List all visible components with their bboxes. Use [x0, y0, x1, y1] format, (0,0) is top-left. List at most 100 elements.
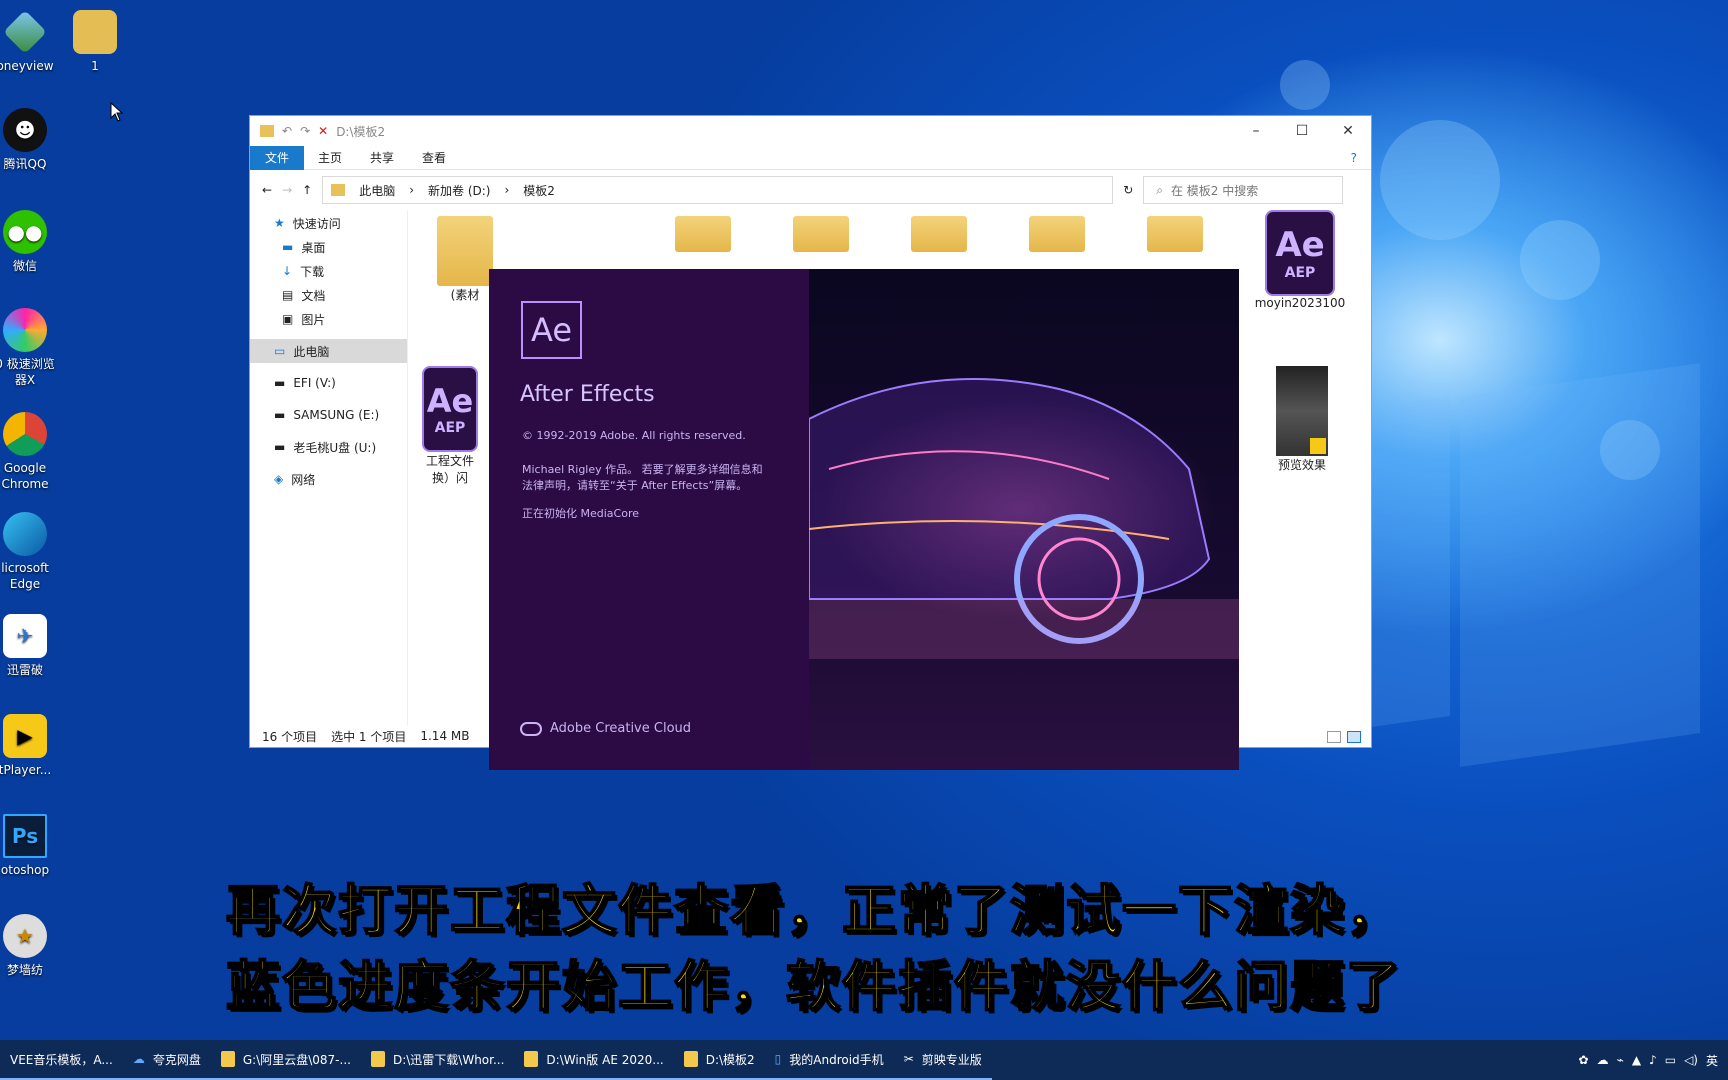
taskbar-item[interactable]: ▯ 我的Android手机	[764, 1040, 894, 1080]
help-icon[interactable]: ?	[1337, 146, 1371, 170]
video-file-item[interactable]: 预览效果	[1257, 366, 1347, 473]
folder-item[interactable]	[776, 216, 866, 252]
folder-icon	[370, 1051, 385, 1067]
nav-downloads[interactable]: ↓ 下载	[250, 259, 407, 283]
after-effects-splash: Ae After Effects © 1992-2019 Adobe. All …	[489, 269, 1239, 770]
chrome-icon	[3, 412, 47, 456]
redo-icon[interactable]: ↷	[300, 124, 310, 138]
after-effects-file-icon: Ae AEP	[422, 366, 478, 452]
taskbar-item[interactable]: ✂ 剪映专业版	[893, 1040, 992, 1080]
search-input[interactable]: ⌕ 在 模板2 中搜索	[1143, 176, 1344, 204]
subtitle-line-1: 再次打开工程文件查看，正常了测试一下渲染，	[225, 878, 1402, 943]
large-icons-view-icon[interactable]	[1347, 731, 1361, 743]
folder-item[interactable]	[1012, 216, 1102, 252]
browser-swirl-icon	[3, 308, 47, 352]
folder-icon	[1029, 216, 1085, 252]
ime-indicator[interactable]: 英	[1706, 1052, 1718, 1069]
windows-logo-pane	[1460, 363, 1700, 767]
tab-file[interactable]: 文件	[250, 145, 305, 170]
up-arrow-icon[interactable]: ↑	[302, 183, 312, 197]
document-icon: ▤	[282, 288, 294, 302]
taskbar-item[interactable]: D:\模板2	[673, 1040, 765, 1080]
breadcrumb-this-pc[interactable]: 此电脑	[359, 182, 395, 199]
desktop-icon-honeyview[interactable]: oneyview	[0, 10, 60, 74]
breadcrumb-drive-d[interactable]: 新加卷 (D:)	[428, 182, 490, 199]
aep-file-item[interactable]: Ae AEP moyin2023100	[1250, 210, 1350, 310]
nav-drive-u[interactable]: ▬ 老毛桃U盘 (U:)	[250, 435, 407, 459]
capcut-icon: ✂	[903, 1052, 914, 1066]
tray-flower-icon[interactable]: ✿	[1579, 1053, 1589, 1067]
nav-quick-access[interactable]: ★ 快速访问	[250, 211, 407, 235]
tray-gpu-icon[interactable]: ▲	[1632, 1053, 1641, 1067]
aep-file-item[interactable]: Ae AEP 工程文件 换）闪	[400, 366, 500, 486]
splash-info-panel: Ae After Effects © 1992-2019 Adobe. All …	[489, 269, 809, 770]
close-button[interactable]: ✕	[1325, 116, 1371, 146]
tab-share[interactable]: 共享	[356, 146, 408, 170]
splash-artwork	[809, 269, 1239, 770]
neon-car-artwork	[809, 378, 1239, 659]
folder-icon	[683, 1051, 698, 1067]
nav-this-pc[interactable]: ▭ 此电脑	[250, 339, 407, 363]
forward-arrow-icon[interactable]: →	[282, 183, 292, 197]
nav-pictures[interactable]: ▣ 图片	[250, 307, 407, 331]
desktop-icon-potplayer[interactable]: ▶ tPlayer...	[0, 714, 60, 778]
desktop-icon-edge[interactable]: licrosoft Edge	[0, 512, 60, 592]
splash-credit-2: 法律声明，请转至“关于 After Effects”屏幕。	[522, 479, 748, 492]
desktop-icon-qq[interactable]: ☻ 腾讯QQ	[0, 108, 60, 172]
maximize-button[interactable]: ☐	[1279, 116, 1325, 146]
refresh-icon[interactable]: ↻	[1123, 183, 1133, 197]
navigation-pane: ★ 快速访问 ▬ 桌面 ↓ 下载 ▤ 文档 ▣ 图片 ▭ 此电脑 ▬ EFI (V:) ▬ SA…	[250, 211, 408, 725]
nav-drive-v[interactable]: ▬ EFI (V:)	[250, 371, 407, 395]
folder-icon	[675, 216, 731, 252]
details-view-icon[interactable]	[1327, 731, 1341, 743]
taskbar-item[interactable]: ☁ 夸克网盘	[122, 1040, 211, 1080]
taskbar-item[interactable]: D:\Win版 AE 2020...	[514, 1040, 674, 1080]
folder-item[interactable]	[658, 216, 748, 252]
folder-icon	[437, 216, 493, 286]
tray-network-icon[interactable]: ▭	[1665, 1053, 1676, 1067]
after-effects-file-icon: Ae AEP	[1265, 210, 1335, 296]
desktop-icon-wechat[interactable]: ●● 微信	[0, 210, 60, 274]
undo-icon[interactable]: ↶	[282, 124, 292, 138]
minimize-button[interactable]: –	[1233, 116, 1279, 146]
drive-icon: ▬	[274, 376, 286, 390]
tray-microphone-icon[interactable]: ♪	[1649, 1053, 1657, 1067]
penguin-icon: ☻	[3, 108, 47, 152]
taskbar-item[interactable]: G:\阿里云盘\087-...	[210, 1040, 361, 1080]
creative-cloud-icon	[520, 721, 542, 736]
desktop-icon-xunlei[interactable]: ✈ 迅雷破	[0, 614, 60, 678]
desktop-icon-photoshop[interactable]: Ps otoshop	[0, 814, 60, 878]
nav-network[interactable]: ◈ 网络	[250, 467, 407, 491]
nav-drive-e[interactable]: ▬ SAMSUNG (E:)	[250, 403, 407, 427]
taskbar-item[interactable]: VEE音乐模板，A...	[0, 1040, 123, 1080]
desktop-icon-game[interactable]: ★ 梦墙纺	[0, 914, 60, 978]
bokeh-light	[1280, 60, 1330, 110]
folder-icon	[1147, 216, 1203, 252]
folder-item[interactable]	[1130, 216, 1220, 252]
tab-view[interactable]: 查看	[408, 146, 460, 170]
selection-count: 选中 1 个项目	[331, 729, 407, 744]
delete-icon[interactable]: ✕	[318, 124, 328, 138]
tray-cloud-icon[interactable]: ☁	[1597, 1053, 1609, 1067]
folder-icon	[331, 184, 346, 196]
desktop-icon-chrome[interactable]: Google Chrome	[0, 412, 60, 492]
breadcrumb[interactable]: 此电脑 › 新加卷 (D:) › 模板2	[322, 176, 1114, 204]
breadcrumb-folder[interactable]: 模板2	[523, 182, 555, 199]
splash-app-name: After Effects	[520, 382, 655, 407]
desktop-icon-folder-1[interactable]: 1	[60, 10, 130, 74]
nav-documents[interactable]: ▤ 文档	[250, 283, 407, 307]
taskbar-item[interactable]: D:\迅雷下载\Whor...	[360, 1040, 515, 1080]
search-placeholder: 在 模板2 中搜索	[1170, 183, 1259, 198]
tray-volume-icon[interactable]: ◁)	[1684, 1053, 1698, 1067]
nav-desktop[interactable]: ▬ 桌面	[250, 235, 407, 259]
folder-icon	[73, 10, 117, 54]
folder-item[interactable]	[894, 216, 984, 252]
photoshop-icon: Ps	[3, 814, 47, 858]
system-tray: ✿ ☁ ⌁ ▲ ♪ ▭ ◁) 英	[1579, 1052, 1718, 1069]
back-arrow-icon[interactable]: ←	[262, 183, 272, 197]
desktop-icon-360-browser[interactable]: 0 极速浏览器X	[0, 308, 60, 388]
address-row: ← → ↑ 此电脑 › 新加卷 (D:) › 模板2 ↻ ⌕ 在 模板2 中搜索	[250, 170, 1371, 210]
character-icon: ★	[3, 914, 47, 958]
tab-home[interactable]: 主页	[304, 146, 356, 170]
tray-usb-icon[interactable]: ⌁	[1617, 1053, 1624, 1067]
